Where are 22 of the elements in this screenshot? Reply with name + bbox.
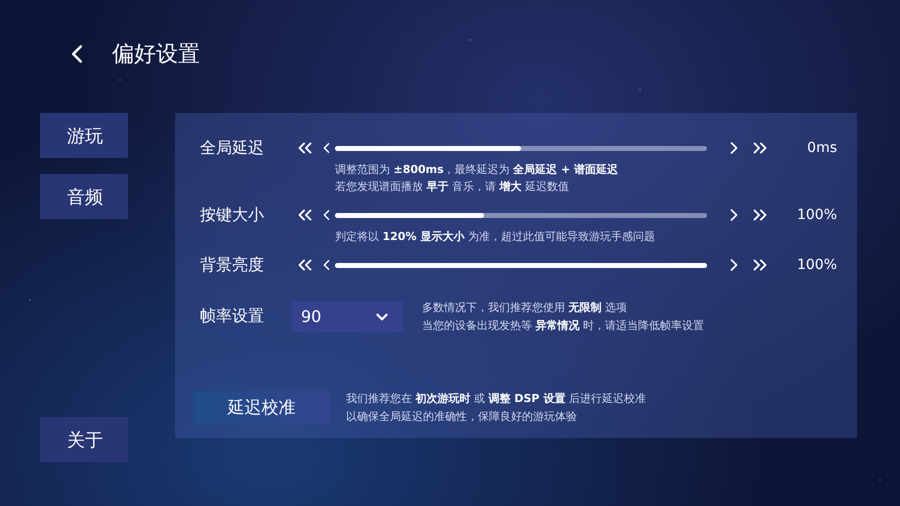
sidebar-item[interactable]: 游玩: [40, 113, 128, 158]
sidebar-item[interactable]: 关于: [40, 417, 128, 462]
frame-rate-dropdown[interactable]: 90: [292, 301, 403, 332]
hint-text: 判定将以 120% 显示大小 为准，超过此值可能导致游玩手感问题: [335, 229, 656, 244]
slider-track[interactable]: [335, 146, 707, 150]
setting-label: 按键大小: [200, 204, 265, 226]
hint-text: 以确保全局延迟的准确性，保障良好的游玩体验: [346, 409, 578, 424]
setting-value: 100%: [796, 257, 837, 273]
page-title: 偏好设置: [112, 40, 200, 68]
setting-label: 帧率设置: [200, 306, 265, 327]
setting-value: 0ms: [806, 140, 837, 156]
calibrate-button[interactable]: 延迟校准: [193, 391, 330, 424]
slider-track[interactable]: [335, 212, 707, 218]
sidebar-item[interactable]: 音频: [40, 174, 128, 219]
hint-text: 调整范围为 ±800ms，最终延迟为 全局延迟 + 谱面延迟: [335, 162, 620, 177]
hint-text: 我们推荐您在 初次游玩时 或 调整 DSP 设置 后进行延迟校准: [346, 391, 646, 406]
hint-text: 若您发现谱面播放 早于 音乐，请 增大 延迟数值: [335, 179, 570, 194]
hint-text: 多数情况下，我们推荐您使用 无限制 选项: [422, 300, 628, 315]
hint-text: 当您的设备出现发热等 异常情况 时，请适当降低帧率设置: [422, 318, 704, 333]
setting-value: 100%: [796, 207, 837, 223]
setting-label: 全局延迟: [200, 138, 265, 158]
setting-label: 背景亮度: [200, 254, 265, 276]
